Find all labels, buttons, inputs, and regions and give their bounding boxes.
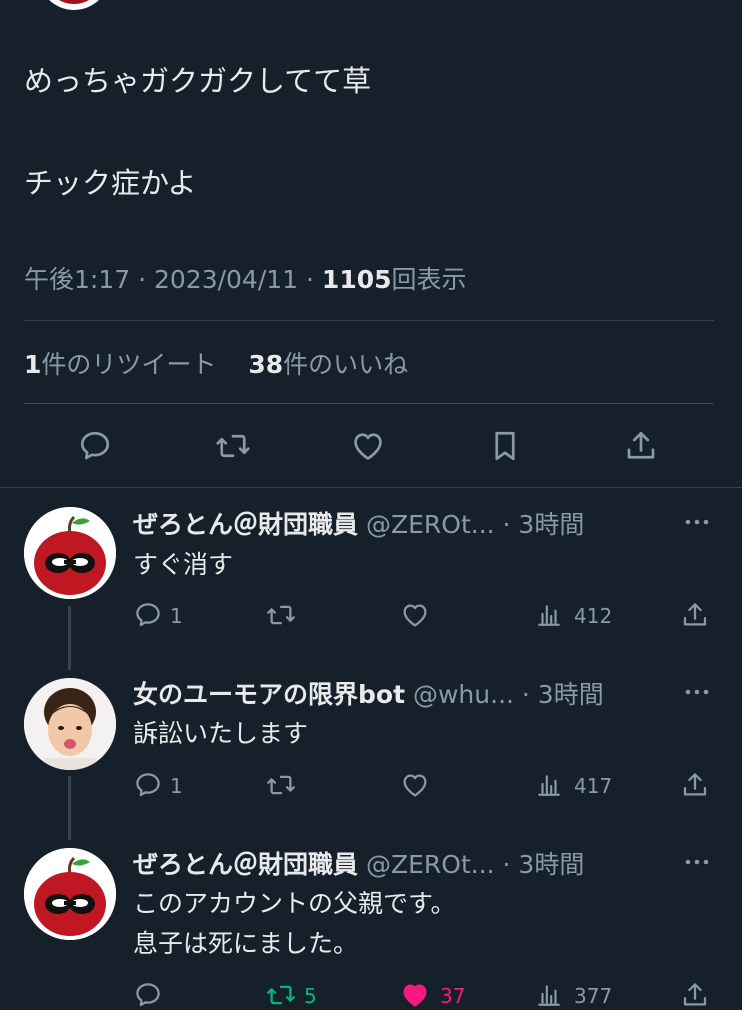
retweet-button[interactable] (214, 428, 252, 464)
more-icon (685, 689, 709, 695)
retweet-stat-count: 1 (24, 350, 42, 379)
reply-author-name[interactable]: 女のユーモアの限界bot (133, 680, 405, 709)
reply-like-button[interactable] (400, 770, 430, 800)
views-count: 417 (574, 774, 613, 798)
reply-author-name[interactable]: ぜろとん＠財団職員 (133, 850, 358, 879)
reply-avatar[interactable] (24, 507, 116, 599)
retweet-icon (216, 434, 250, 458)
views-icon (538, 775, 560, 796)
reply-header: ぜろとん＠財団職員 @ZEROt... · 3時間 (133, 505, 584, 541)
cherry-avatar-image (24, 507, 116, 599)
woman-avatar-image (24, 678, 116, 770)
reply-count: 1 (170, 604, 183, 628)
reply-handle[interactable]: @ZEROt... · 3時間 (366, 850, 584, 879)
reply-count: 1 (170, 774, 183, 798)
retweet-icon (267, 775, 295, 795)
reply-author-name[interactable]: ぜろとん＠財団職員 (133, 510, 358, 539)
divider (24, 320, 714, 321)
like-button[interactable] (350, 428, 386, 464)
reply-handle[interactable]: @whu... · 3時間 (413, 680, 604, 709)
comment-icon (80, 431, 110, 460)
retweet-count: 5 (304, 984, 317, 1008)
comment-icon (136, 603, 160, 627)
retweet-stat-label: 件のリツイート (41, 350, 217, 379)
view-count: 1105 (321, 265, 392, 294)
heart-icon (403, 604, 427, 627)
more-button[interactable] (682, 680, 712, 704)
bookmark-button[interactable] (487, 428, 523, 464)
share-icon (683, 603, 707, 626)
more-button[interactable] (682, 850, 712, 874)
tweet-time: 午後1:17 · 2023/04/11 · (24, 265, 322, 294)
reply-views-button[interactable] (536, 602, 562, 628)
share-icon (683, 773, 707, 796)
retweet-icon (267, 985, 295, 1005)
more-button[interactable] (682, 510, 712, 534)
reply-text-line1: 訴訟いたします (133, 719, 309, 748)
reply-button[interactable] (77, 428, 113, 464)
reply-views-button[interactable] (536, 982, 562, 1008)
reply-comment-button[interactable] (133, 980, 163, 1010)
comment-icon (136, 773, 160, 797)
like-count: 37 (440, 984, 466, 1008)
reply-retweet-button[interactable] (265, 600, 297, 630)
bookmark-icon (495, 431, 515, 461)
tweet-stats: 1件のリツイート 38件のいいね (24, 345, 408, 381)
main-author-avatar[interactable] (38, 0, 110, 10)
tweet-text-line2: チック症かよ (24, 166, 197, 200)
reply-comment-button[interactable] (133, 770, 163, 800)
tweet-metadata: 午後1:17 · 2023/04/11 · 1105回表示 (24, 260, 467, 296)
divider (0, 487, 742, 488)
share-icon (627, 431, 655, 459)
views-icon (538, 985, 560, 1006)
share-icon (683, 983, 707, 1006)
like-stat-label: 件のいいね (283, 350, 409, 379)
like-stat-count: 38 (248, 350, 284, 379)
view-label: 回表示 (391, 265, 467, 294)
reply-like-button[interactable] (400, 600, 430, 630)
reply-views-button[interactable] (536, 772, 562, 798)
retweet-stats[interactable]: 1件のリツイート (24, 350, 224, 379)
reply-retweet-button[interactable] (265, 770, 297, 800)
reply-share-button[interactable] (680, 600, 710, 630)
reply-avatar[interactable] (24, 678, 116, 770)
retweet-icon (267, 605, 295, 625)
reply-share-button[interactable] (680, 770, 710, 800)
views-icon (538, 605, 560, 626)
reply-header: 女のユーモアの限界bot @whu... · 3時間 (133, 675, 604, 711)
more-icon (685, 859, 709, 865)
views-count: 377 (574, 984, 613, 1008)
more-icon (685, 519, 709, 525)
reply-text-line1: すぐ消す (133, 550, 234, 579)
comment-icon (136, 983, 160, 1007)
tweet-text-line1: めっちゃガクガクしてて草 (24, 64, 372, 98)
heart-icon (354, 433, 382, 460)
thread-line (68, 606, 71, 670)
reply-text-line2: 息子は死にました。 (133, 929, 359, 958)
views-count: 412 (574, 604, 613, 628)
reply-handle[interactable]: @ZEROt... · 3時間 (366, 510, 584, 539)
reply-retweet-button[interactable] (265, 980, 297, 1010)
divider (24, 403, 714, 404)
reply-text-line1: このアカウントの父親です。 (133, 889, 456, 918)
like-stats[interactable]: 38件のいいね (248, 350, 408, 379)
thread-line (68, 776, 71, 840)
share-button[interactable] (623, 428, 659, 464)
reply-share-button[interactable] (680, 980, 710, 1010)
reply-avatar[interactable] (24, 848, 116, 940)
reply-comment-button[interactable] (133, 600, 163, 630)
heart-filled-icon (403, 984, 427, 1007)
reply-like-button[interactable] (400, 980, 430, 1010)
cherry-avatar-image (24, 848, 116, 940)
reply-header: ぜろとん＠財団職員 @ZEROt... · 3時間 (133, 845, 584, 881)
heart-icon (403, 774, 427, 797)
